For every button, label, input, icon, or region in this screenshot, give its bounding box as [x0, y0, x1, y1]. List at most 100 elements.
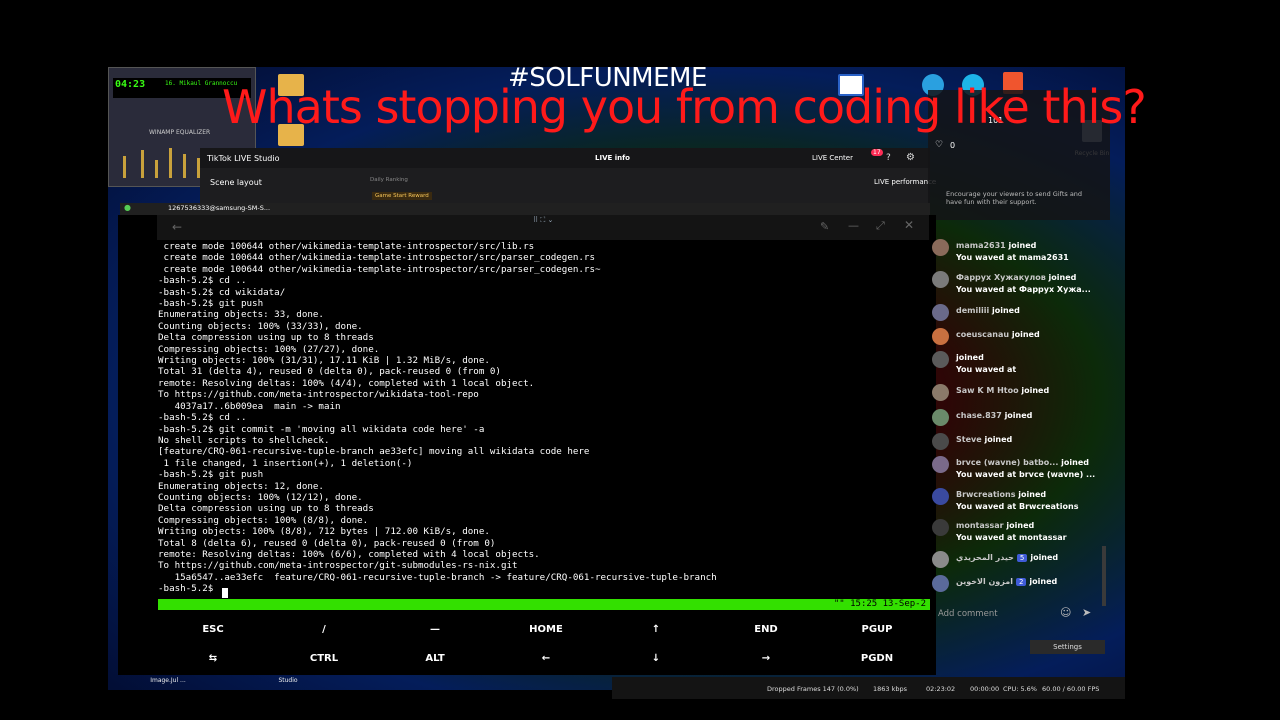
chat-action: joined	[1006, 521, 1035, 530]
send-icon[interactable]: ➤	[1082, 606, 1091, 619]
terminal-line: create mode 100644 other/wikimedia-templ…	[158, 252, 595, 264]
extra-key[interactable]: CTRL	[269, 653, 379, 664]
chat-action: joined	[1004, 411, 1033, 420]
terminal-output[interactable]: create mode 100644 other/wikimedia-templ…	[158, 241, 930, 599]
chat-action: joined	[984, 435, 1013, 444]
help-icon[interactable]: ?	[886, 153, 891, 163]
terminal-line: 1 file changed, 1 insertion(+), 1 deleti…	[158, 457, 413, 469]
extra-key[interactable]: →	[711, 653, 821, 664]
settings-button[interactable]: Settings	[1030, 640, 1105, 654]
extra-key[interactable]: ↑	[601, 624, 711, 635]
cpu-usage: CPU: 5.6%	[1003, 685, 1037, 693]
extra-key[interactable]: PGDN	[822, 653, 932, 664]
dropped-frames: Dropped Frames 147 (0.0%)	[767, 685, 859, 693]
extra-key[interactable]: —	[380, 624, 490, 635]
avatar[interactable]	[932, 456, 949, 473]
avatar[interactable]	[932, 575, 949, 592]
terminal-line: Total 31 (delta 4), reused 0 (delta 0), …	[158, 366, 501, 378]
game-reward-button[interactable]: Game Start Reward	[372, 192, 432, 200]
chat-line: brvce (wavne) batbo... joined	[956, 458, 1089, 467]
avatar[interactable]	[932, 239, 949, 256]
chat-username[interactable]: حيدر المحريدي	[956, 553, 1014, 562]
maximize-icon[interactable]: ⤢	[876, 219, 885, 233]
chat-username[interactable]: Saw K M Htoo	[956, 386, 1019, 395]
terminal-line: Counting objects: 100% (12/12), done.	[158, 491, 363, 503]
chat-username[interactable]: brvce (wavne) batbo...	[956, 458, 1058, 467]
pin-icon[interactable]: ✎	[820, 220, 829, 233]
avatar[interactable]	[932, 384, 949, 401]
tiktok-app-title: TikTok LIVE Studio	[207, 154, 280, 163]
terminal-line: Enumerating objects: 12, done.	[158, 480, 324, 492]
extra-key[interactable]: END	[711, 624, 821, 635]
chat-username[interactable]: امزون الاخوين	[956, 577, 1013, 586]
chat-line: Steve joined	[956, 435, 1012, 444]
terminal-line: -bash-5.2$ cd ..	[158, 275, 247, 287]
terminal-line: create mode 100644 other/wikimedia-templ…	[158, 241, 535, 252]
extra-key[interactable]: /	[269, 624, 379, 635]
live-center-button[interactable]: LIVE Center	[812, 154, 853, 162]
record-time: 00:00:00	[970, 685, 1000, 693]
avatar[interactable]	[932, 271, 949, 288]
chat-line: coeuscanau joined	[956, 330, 1040, 339]
chat-username[interactable]: Steve	[956, 435, 982, 444]
extra-key[interactable]: ALT	[380, 653, 490, 664]
extra-key[interactable]: ↓	[601, 653, 711, 664]
live-info-tab[interactable]: LIVE info	[595, 154, 630, 162]
gear-icon[interactable]: ⚙	[906, 152, 915, 163]
tmux-status-right: "" 15:25 13-Sep-2	[833, 599, 926, 609]
chat-line: Brwcreations joined	[956, 490, 1046, 499]
terminal-line: Compressing objects: 100% (27/27), done.	[158, 343, 380, 355]
extra-key[interactable]: ESC	[158, 624, 268, 635]
daily-ranking-label[interactable]: Daily Ranking	[370, 177, 408, 183]
fps-readout: 60.00 / 60.00 FPS	[1042, 685, 1100, 693]
bitrate: 1863 kbps	[873, 685, 908, 693]
avatar[interactable]	[932, 409, 949, 426]
add-comment-input[interactable]: Add comment	[938, 609, 998, 619]
emoji-icon[interactable]: ☺	[1060, 606, 1071, 619]
chat-username[interactable]: chase.837	[956, 411, 1002, 420]
overlay-question: Whats stopping you from coding like this…	[222, 80, 1147, 134]
chat-username[interactable]: demiliii	[956, 306, 989, 315]
terminal-line: Writing objects: 100% (31/31), 17.11 KiB…	[158, 355, 490, 367]
wave-message: You waved at Фаррух Хужа...	[956, 285, 1091, 294]
terminal-line: Enumerating objects: 33, done.	[158, 309, 324, 321]
terminal-line: -bash-5.2$	[158, 583, 219, 595]
desktop-icon-label: Studio	[278, 677, 298, 684]
extra-key[interactable]: ⇆	[158, 653, 268, 664]
extra-key[interactable]: ←	[491, 653, 601, 664]
terminal-line: No shell scripts to shellcheck.	[158, 434, 330, 446]
avatar[interactable]	[932, 551, 949, 568]
terminal-line: 15a6547..ae33efc feature/CRQ-061-recursi…	[158, 571, 717, 583]
avatar[interactable]	[932, 433, 949, 450]
extra-key[interactable]: PGUP	[822, 624, 932, 635]
chat-username[interactable]: coeuscanau	[956, 330, 1009, 339]
back-arrow-icon[interactable]: ←	[172, 220, 182, 234]
avatar[interactable]	[932, 488, 949, 505]
minimize-icon[interactable]: —	[848, 219, 859, 232]
chat-username[interactable]: mama2631	[956, 241, 1006, 250]
chat-line: Фаррух Хужакулов joined	[956, 273, 1076, 282]
avatar[interactable]	[932, 304, 949, 321]
terminal-line: -bash-5.2$ cd wikidata/	[158, 286, 286, 298]
close-icon[interactable]: ✕	[904, 218, 914, 232]
wave-message: You waved at montassar	[956, 533, 1067, 542]
avatar[interactable]	[932, 351, 949, 368]
chat-username[interactable]: montassar	[956, 521, 1004, 530]
avatar[interactable]	[932, 519, 949, 536]
shield-icon: ●	[124, 203, 131, 212]
extra-key[interactable]: HOME	[491, 624, 601, 635]
chat-action: joined	[1061, 458, 1089, 467]
chat-action: joined	[992, 306, 1020, 315]
desktop-icon-label: Image.Jul ...	[150, 677, 186, 684]
terminal-line: Counting objects: 100% (33/33), done.	[158, 320, 363, 332]
chat-line: mama2631 joined	[956, 241, 1036, 250]
avatar[interactable]	[932, 328, 949, 345]
chat-username[interactable]: Фаррух Хужакулов	[956, 273, 1046, 282]
live-chat-list[interactable]: mama2631 joined You waved at mama2631 Фарр…	[928, 237, 1108, 597]
chat-line: joined	[956, 353, 984, 362]
terminal-line: To https://github.com/meta-introspector/…	[158, 389, 479, 401]
chat-username[interactable]: Brwcreations	[956, 490, 1015, 499]
window-handle-icon[interactable]: ⠿ ⛶ ⌄	[533, 216, 553, 225]
chat-scrollbar[interactable]	[1102, 546, 1106, 606]
chat-action: joined	[1021, 386, 1050, 395]
